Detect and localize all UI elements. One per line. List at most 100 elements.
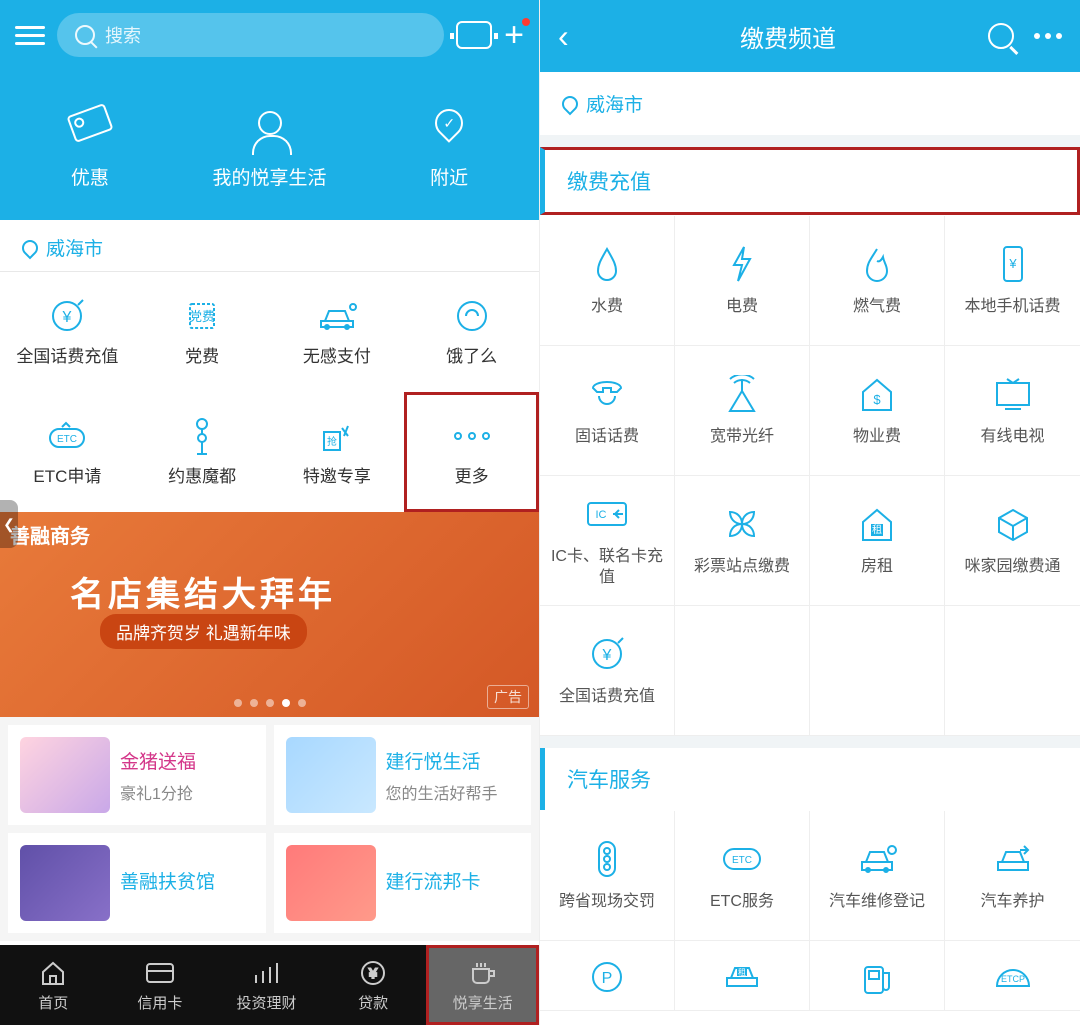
location-icon xyxy=(19,236,42,259)
cell-contactless-pay[interactable]: 无感支付 xyxy=(270,272,405,392)
cell-fuel[interactable] xyxy=(810,941,945,1011)
tab-nearby[interactable]: 附近 xyxy=(359,70,539,220)
cell-etc-apply[interactable]: ETC ETC申请 xyxy=(0,392,135,512)
nav-life[interactable]: 悦享生活 xyxy=(426,945,539,1025)
recharge-icon: ¥ xyxy=(48,296,86,336)
cell-more[interactable]: 更多 xyxy=(404,392,539,512)
promo-banner[interactable]: 善融商务 名店集结大拜年 品牌齐贺岁 礼遇新年味 广告 xyxy=(0,512,539,717)
svg-text:ETCP: ETCP xyxy=(1000,974,1024,984)
traffic-light-icon xyxy=(596,838,618,880)
cell-property[interactable]: $物业费 xyxy=(810,346,945,476)
iccard-icon: IC xyxy=(585,493,629,535)
search-icon[interactable] xyxy=(988,23,1014,49)
tab-mylife[interactable]: 我的悦享生活 xyxy=(180,70,360,220)
search-placeholder: 搜索 xyxy=(105,22,141,48)
yen-icon: ¥ xyxy=(360,958,386,988)
cell-cabletv[interactable]: 有线电视 xyxy=(945,346,1080,476)
cell-etc-service[interactable]: ETCETC服务 xyxy=(675,811,810,941)
cell-gas[interactable]: 燃气费 xyxy=(810,216,945,346)
tv-icon xyxy=(993,373,1033,415)
svg-text:¥: ¥ xyxy=(368,965,377,981)
promo-card-4[interactable]: 建行流邦卡 xyxy=(274,833,532,933)
phone-icon: ¥ xyxy=(1000,243,1026,285)
nav-loan[interactable]: ¥ 贷款 xyxy=(320,945,427,1025)
home-icon xyxy=(39,958,67,988)
tab-discount[interactable]: 优惠 xyxy=(0,70,180,220)
pin-icon xyxy=(435,101,463,145)
bolt-icon xyxy=(730,243,754,285)
banner-title: 名店集结大拜年 xyxy=(70,567,336,616)
cell-car-repair[interactable]: 汽车维修登记 xyxy=(810,811,945,941)
car-repair-icon xyxy=(856,838,898,880)
eleme-icon xyxy=(454,296,490,336)
cell-shanghai-deals[interactable]: 约惠魔都 xyxy=(135,392,270,512)
nav-home[interactable]: 首页 xyxy=(0,945,107,1025)
promo-card-3[interactable]: 善融扶贫馆 xyxy=(8,833,266,933)
cell-mihome[interactable]: 咪家园缴费通 xyxy=(945,476,1080,606)
cell-eleme[interactable]: 饿了么 xyxy=(404,272,539,392)
cube-icon xyxy=(995,503,1031,545)
nav-creditcard[interactable]: 信用卡 xyxy=(107,945,214,1025)
location-selector[interactable]: 威海市 xyxy=(0,220,539,272)
card-icon xyxy=(145,958,175,988)
promo-image xyxy=(20,737,110,813)
search-icon xyxy=(75,25,95,45)
search-input[interactable]: 搜索 xyxy=(57,13,444,57)
add-button[interactable]: + xyxy=(504,16,524,55)
cell-mobile[interactable]: ¥本地手机话费 xyxy=(945,216,1080,346)
more-icon xyxy=(454,416,490,456)
svg-text:党费: 党费 xyxy=(189,309,215,324)
pinwheel-icon xyxy=(724,503,760,545)
page-title: 缴费频道 xyxy=(588,19,988,54)
nav-invest[interactable]: 投资理财 xyxy=(213,945,320,1025)
cell-rent[interactable]: 租房租 xyxy=(810,476,945,606)
car-pay-icon xyxy=(315,296,359,336)
cell-broadband[interactable]: 宽带光纤 xyxy=(675,346,810,476)
party-fee-icon: 党费 xyxy=(182,296,222,336)
hamburger-menu-icon[interactable] xyxy=(15,26,45,45)
svg-text:¥: ¥ xyxy=(602,647,612,664)
cell-parking[interactable]: P xyxy=(540,941,675,1011)
parking-icon: P xyxy=(590,956,624,998)
cell-water[interactable]: 水费 xyxy=(540,216,675,346)
section-auto: 汽车服务 xyxy=(540,748,1080,810)
user-icon xyxy=(258,101,282,145)
back-handle[interactable]: ❮ xyxy=(0,500,18,548)
svg-text:租: 租 xyxy=(872,523,882,536)
cell-lottery[interactable]: 彩票站点缴费 xyxy=(675,476,810,606)
promo-image xyxy=(20,845,110,921)
telephone-icon xyxy=(587,373,627,415)
banner-pager xyxy=(234,699,306,707)
svg-text:租: 租 xyxy=(738,968,746,977)
svg-text:P: P xyxy=(602,970,613,987)
svg-text:¥: ¥ xyxy=(62,309,72,326)
cell-landline[interactable]: 固话话费 xyxy=(540,346,675,476)
chart-icon xyxy=(252,958,280,988)
car-care-icon xyxy=(992,838,1034,880)
cell-car-care[interactable]: 汽车养护 xyxy=(945,811,1080,941)
cell-party-fee[interactable]: 党费 党费 xyxy=(135,272,270,392)
rent-icon: 租 xyxy=(859,503,895,545)
flame-icon xyxy=(863,243,891,285)
robot-icon[interactable] xyxy=(456,21,492,49)
location-icon xyxy=(559,92,582,115)
cell-etcp[interactable]: ETCP xyxy=(945,941,1080,1011)
etc-icon: ETC xyxy=(46,416,88,456)
cell-phone-recharge[interactable]: ¥ 全国话费充值 xyxy=(0,272,135,392)
cell-traffic-fine[interactable]: 跨省现场交罚 xyxy=(540,811,675,941)
cell-national-recharge[interactable]: ¥全国话费充值 xyxy=(540,606,675,736)
promo-card-2[interactable]: 建行悦生活 您的生活好帮手 xyxy=(274,725,532,825)
svg-text:¥: ¥ xyxy=(1008,256,1017,271)
cell-special-offer[interactable]: 抢 特邀专享 xyxy=(270,392,405,512)
more-icon[interactable] xyxy=(1034,33,1062,39)
tower-icon xyxy=(187,416,217,456)
back-button[interactable]: ‹ xyxy=(558,18,588,55)
cell-rental-car[interactable]: 租 xyxy=(675,941,810,1011)
water-icon xyxy=(592,243,622,285)
promo-image xyxy=(286,737,376,813)
location-selector[interactable]: 威海市 xyxy=(540,72,1080,135)
promo-card-1[interactable]: 金猪送福 豪礼1分抢 xyxy=(8,725,266,825)
cell-iccard[interactable]: ICIC卡、联名卡充值 xyxy=(540,476,675,606)
cell-electric[interactable]: 电费 xyxy=(675,216,810,346)
rental-car-icon: 租 xyxy=(721,956,763,998)
